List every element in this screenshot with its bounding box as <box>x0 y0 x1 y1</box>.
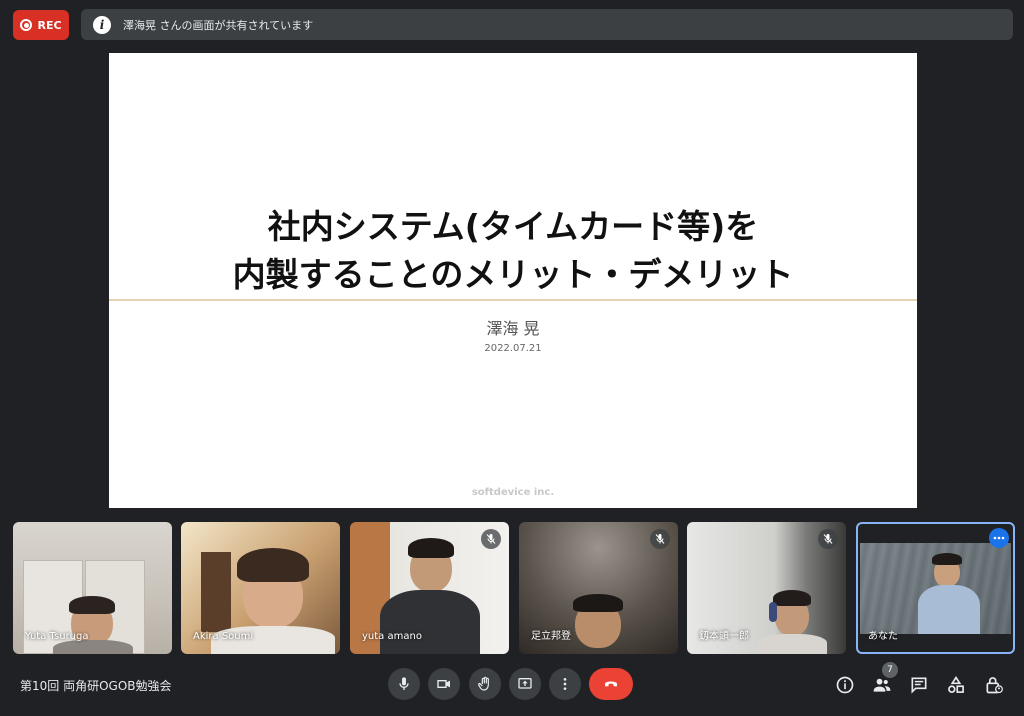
participant-name: Yuta Tsuruga <box>25 631 89 642</box>
host-controls-button[interactable] <box>982 673 1006 697</box>
mic-off-icon <box>486 534 496 544</box>
participant-hair <box>573 594 623 612</box>
hang-up-icon <box>605 681 617 687</box>
participant-tile[interactable]: yuta amano <box>350 522 509 654</box>
more-actions-button[interactable] <box>549 668 581 700</box>
activities-button[interactable] <box>944 673 968 697</box>
participant-body <box>918 585 980 634</box>
chat-button[interactable] <box>907 673 931 697</box>
participant-body <box>380 590 480 654</box>
info-icon <box>836 676 854 694</box>
leave-call-button[interactable] <box>589 668 633 700</box>
info-icon: i <box>93 15 111 34</box>
more-dots-icon <box>993 536 1005 540</box>
participant-body <box>53 640 133 654</box>
shared-slide: 社内システム(タイムカード等)を 内製することのメリット・デメリット 澤海 晃 … <box>109 53 917 508</box>
record-icon <box>20 19 33 31</box>
present-screen-icon <box>518 678 532 689</box>
people-count-badge: 7 <box>882 662 898 678</box>
participant-name: 足立邦登 <box>531 631 571 642</box>
more-options-button[interactable] <box>989 528 1009 548</box>
participant-tile[interactable]: 釼本顕一郎 <box>687 522 846 654</box>
self-tile[interactable]: あなた <box>856 522 1015 654</box>
banner-message: 澤海晃 さんの画面が共有されています <box>123 18 314 32</box>
participant-tile[interactable]: Yuta Tsuruga <box>13 522 172 654</box>
vertical-dots-icon <box>563 678 567 690</box>
participant-hair <box>237 548 309 582</box>
mic-icon <box>399 677 409 690</box>
meeting-title: 第10回 両角研OGOB勉強会 <box>20 679 172 693</box>
participant-name: yuta amano <box>362 631 422 642</box>
hand-icon <box>478 676 489 691</box>
people-icon <box>873 678 891 692</box>
participant-name: あなた <box>868 631 898 642</box>
participant-hair <box>773 590 811 606</box>
self-video <box>860 543 1011 634</box>
rec-label: REC <box>37 18 62 32</box>
lock-person-icon <box>986 677 1003 694</box>
raise-hand-button[interactable] <box>469 668 501 700</box>
present-button[interactable] <box>509 668 541 700</box>
chat-icon <box>911 677 927 694</box>
slide-footer: softdevice inc. <box>471 487 555 498</box>
meeting-details-button[interactable] <box>833 673 857 697</box>
slide-author: 澤海 晃 <box>486 319 540 338</box>
participant-name: Akira Soumi <box>193 631 254 642</box>
participant-body <box>757 634 827 654</box>
camera-button[interactable] <box>428 668 460 700</box>
mic-off-icon <box>823 534 833 544</box>
slide-date: 2022.07.21 <box>484 343 542 354</box>
screen-share-banner: i 澤海晃 さんの画面が共有されています <box>81 9 1013 40</box>
slide-title-line1: 社内システム(タイムカード等)を <box>267 207 759 246</box>
recording-indicator[interactable]: REC <box>13 10 69 40</box>
participant-tile[interactable]: Akira Soumi <box>181 522 340 654</box>
background-furniture <box>201 552 231 632</box>
slide-title: 社内システム(タイムカード等)を 内製することのメリット・デメリット <box>109 203 917 299</box>
participant-hair <box>69 596 115 614</box>
mic-off-indicator <box>481 529 501 549</box>
participant-name: 釼本顕一郎 <box>699 631 749 642</box>
participant-hair <box>408 538 454 558</box>
mic-off-indicator <box>818 529 838 549</box>
participant-tile[interactable]: 足立邦登 <box>519 522 678 654</box>
slide-divider <box>109 299 917 301</box>
shapes-icon <box>948 675 964 693</box>
mic-off-icon <box>655 534 665 544</box>
microphone-button[interactable] <box>388 668 420 700</box>
slide-title-line2: 内製することのメリット・デメリット <box>232 255 794 294</box>
participant-hair <box>932 553 962 565</box>
headphones <box>769 602 777 622</box>
video-camera-icon <box>437 680 450 688</box>
mic-off-indicator <box>650 529 670 549</box>
